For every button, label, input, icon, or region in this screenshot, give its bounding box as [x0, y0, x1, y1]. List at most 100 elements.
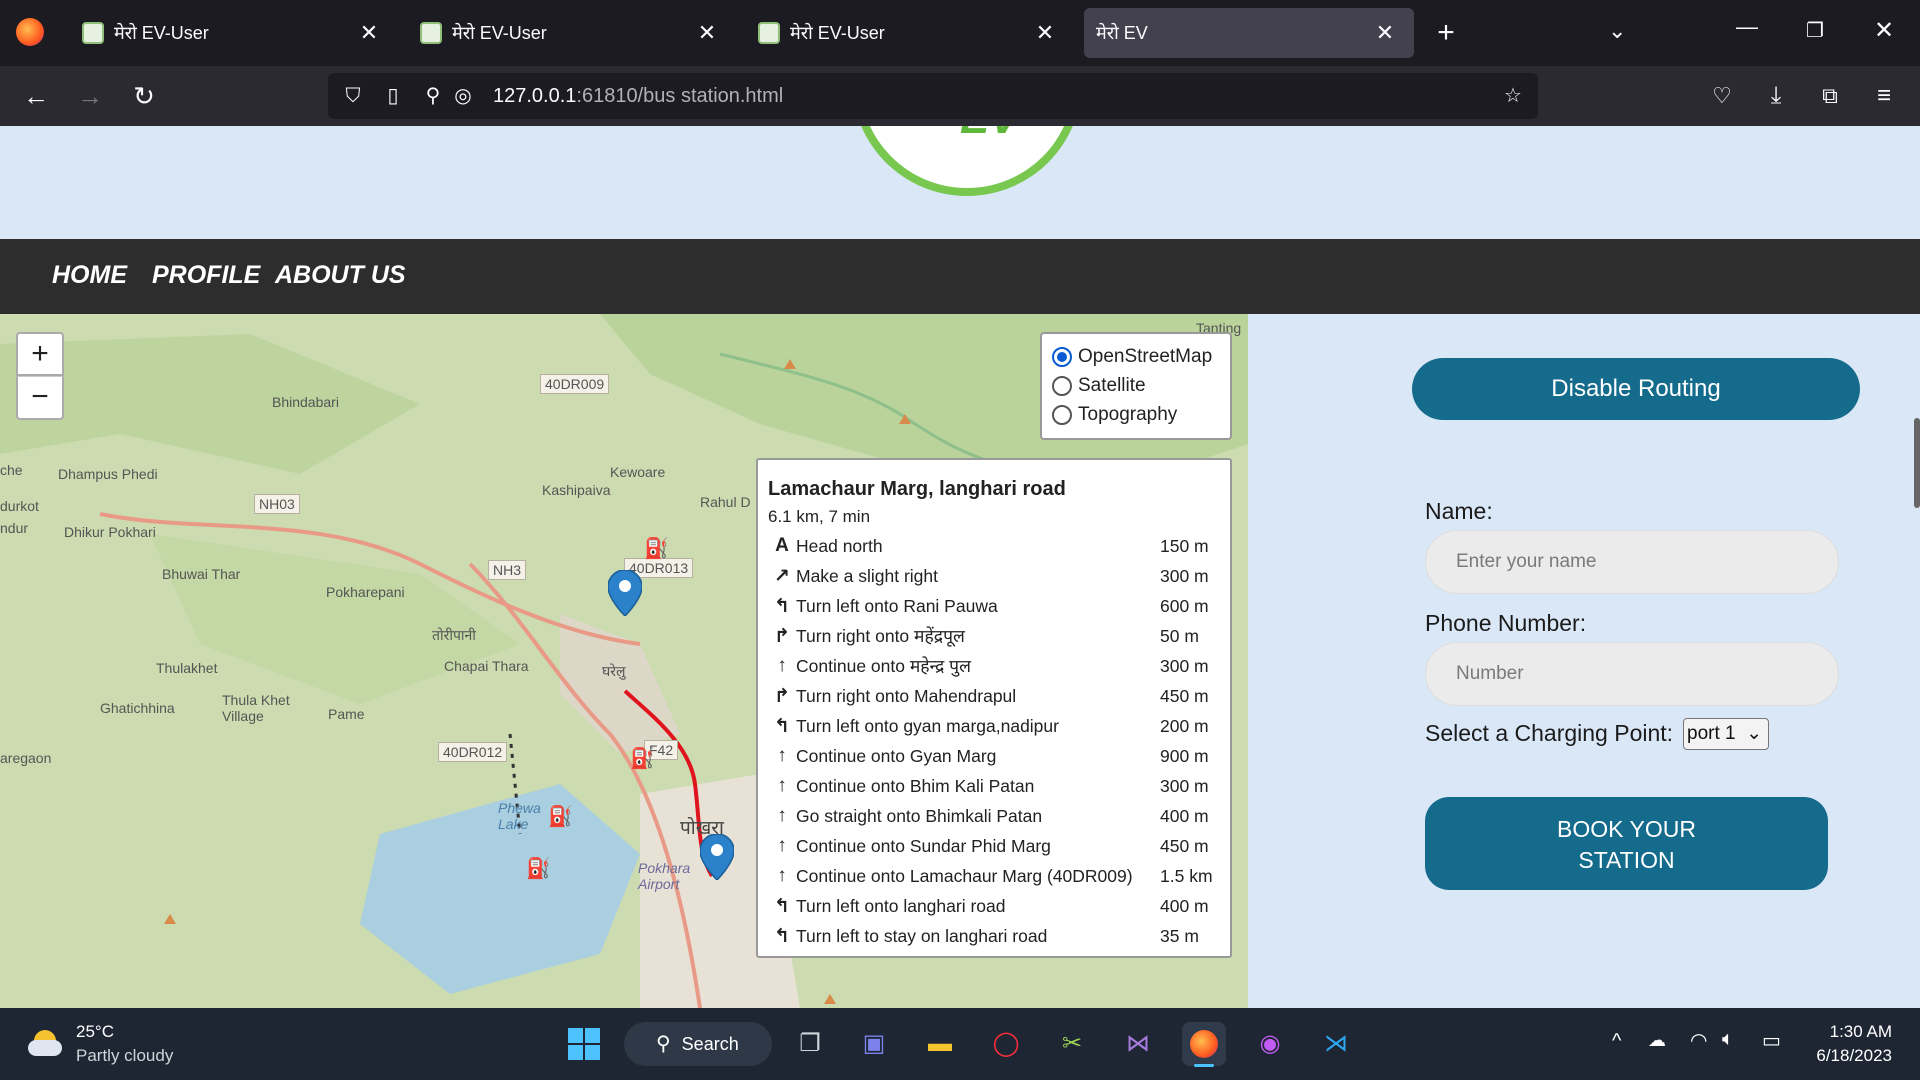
- battery-icon[interactable]: ▭: [1762, 1028, 1781, 1053]
- route-step[interactable]: ↑ Continue onto Bhim Kali Patan 300 m: [768, 771, 1220, 801]
- route-step-text: Go straight onto Bhimkali Patan: [796, 805, 1043, 826]
- clock-date[interactable]: 6/18/2023: [1810, 1046, 1892, 1066]
- charging-station-icon[interactable]: ⛽: [526, 856, 551, 884]
- route-step[interactable]: ↰ Turn left to stay on langhari road 35 m: [768, 921, 1220, 951]
- route-step[interactable]: ↑ Continue onto महेन्द्र पुल 300 m: [768, 651, 1220, 681]
- permissions-icon[interactable]: ⚲: [420, 83, 446, 109]
- route-step[interactable]: ↰ Turn left onto Rani Pauwa 600 m: [768, 591, 1220, 621]
- direction-arrow-icon: ↰: [774, 715, 790, 737]
- taskbar-search[interactable]: ⚲ Search: [624, 1022, 772, 1066]
- route-step[interactable]: ↑ Continue onto Sundar Phid Marg 450 m: [768, 831, 1220, 861]
- direction-arrow-icon: A: [775, 535, 789, 556]
- teams-chat-icon[interactable]: ▣: [852, 1022, 896, 1066]
- route-step[interactable]: ↑ Continue onto Gyan Marg 900 m: [768, 741, 1220, 771]
- layer-option-openstreetmap[interactable]: OpenStreetMap: [1052, 342, 1220, 371]
- extensions-icon[interactable]: ⧉: [1810, 76, 1850, 116]
- close-tab-icon[interactable]: ✕: [1030, 20, 1060, 46]
- firefox-icon[interactable]: [16, 18, 44, 46]
- route-step[interactable]: ↑ Go straight onto Bhimkali Patan 400 m: [768, 801, 1220, 831]
- route-step-text: Turn left onto Rani Pauwa: [796, 595, 998, 616]
- close-tab-icon[interactable]: ✕: [354, 20, 384, 46]
- onedrive-icon[interactable]: ☁: [1648, 1030, 1666, 1051]
- route-step-distance: 150 m: [1160, 535, 1209, 556]
- weather-temp[interactable]: 25°C: [76, 1022, 114, 1042]
- map-place-label: Kashipaiva: [542, 482, 611, 498]
- route-step[interactable]: ↰ Turn left onto gyan marga,nadipur 200 m: [768, 711, 1220, 741]
- opera-icon[interactable]: ◯: [984, 1022, 1028, 1066]
- charging-station-icon[interactable]: ⛽: [548, 804, 573, 832]
- forward-icon[interactable]: →: [70, 76, 110, 116]
- map-place-label: Rahul D: [700, 494, 751, 510]
- tab-4-active[interactable]: मेरो EV ✕: [1084, 8, 1414, 58]
- partly-cloudy-icon[interactable]: [28, 1026, 66, 1060]
- route-step[interactable]: ↱ Turn right onto महेंद्रपूल 50 m: [768, 621, 1220, 651]
- list-all-tabs-icon[interactable]: ⌄: [1608, 18, 1626, 44]
- windows-start-icon[interactable]: [562, 1022, 606, 1066]
- disable-routing-button[interactable]: Disable Routing: [1412, 358, 1860, 420]
- url-text[interactable]: 127.0.0.1:61810/bus station.html: [493, 85, 783, 108]
- close-tab-icon[interactable]: ✕: [1370, 20, 1400, 46]
- routing-instructions-panel[interactable]: Lamachaur Marg, langhari road 6.1 km, 7 …: [756, 458, 1232, 958]
- tab-2[interactable]: मेरो EV-User ✕: [406, 8, 736, 58]
- map-view[interactable]: Tanting Bhindabari 40DR009 Kewoare Kashi…: [0, 314, 1248, 1008]
- name-input[interactable]: Enter your name: [1425, 530, 1839, 594]
- menu-home-link[interactable]: HOME: [52, 261, 127, 290]
- phone-input[interactable]: Number: [1425, 642, 1839, 706]
- route-end-marker-icon[interactable]: [700, 834, 734, 880]
- map-place-label: durkot: [0, 498, 39, 514]
- restore-icon[interactable]: ❐: [1806, 18, 1824, 43]
- charging-point-select[interactable]: port 1 ⌄: [1683, 718, 1769, 750]
- app-icon[interactable]: ✂: [1050, 1022, 1094, 1066]
- clock-time[interactable]: 1:30 AM: [1826, 1022, 1892, 1042]
- layer-option-satellite[interactable]: Satellite: [1052, 371, 1220, 400]
- firefox-taskbar-icon[interactable]: [1182, 1022, 1226, 1067]
- radio-icon[interactable]: [1052, 375, 1072, 396]
- close-window-icon[interactable]: ✕: [1874, 16, 1894, 45]
- new-tab-button[interactable]: +: [1428, 16, 1464, 52]
- address-bar[interactable]: ⛉ ▯ ⚲ ◎ 127.0.0.1:61810/bus station.html…: [328, 73, 1538, 119]
- zoom-out-button[interactable]: −: [16, 376, 64, 420]
- route-step[interactable]: ↗ Make a slight right 300 m: [768, 561, 1220, 591]
- route-step[interactable]: ↱ Turn right onto Mahendrapul 450 m: [768, 681, 1220, 711]
- close-tab-icon[interactable]: ✕: [692, 20, 722, 46]
- zoom-in-button[interactable]: +: [16, 332, 64, 376]
- task-view-icon[interactable]: ❐: [788, 1022, 832, 1066]
- reload-icon[interactable]: ↻: [124, 76, 164, 116]
- volume-icon[interactable]: 🔈︎: [1722, 1028, 1734, 1051]
- charging-station-icon[interactable]: ⛽: [630, 746, 655, 774]
- downloads-icon[interactable]: ⤓: [1756, 76, 1796, 116]
- bookmark-star-icon[interactable]: ☆: [1500, 83, 1526, 109]
- menu-profile-link[interactable]: PROFILE: [152, 261, 260, 290]
- messenger-icon[interactable]: ◉: [1248, 1022, 1292, 1066]
- minimize-icon[interactable]: —: [1736, 14, 1758, 40]
- location-icon[interactable]: ◎: [450, 83, 476, 109]
- map-place-label: aregaon: [0, 750, 52, 766]
- page-favicon-icon: [758, 22, 780, 44]
- tab-1[interactable]: मेरो EV-User ✕: [68, 8, 398, 58]
- menu-about-link[interactable]: ABOUT US: [275, 261, 406, 290]
- back-icon[interactable]: ←: [16, 76, 56, 116]
- weather-desc[interactable]: Partly cloudy: [76, 1046, 173, 1066]
- radio-selected-icon[interactable]: [1052, 346, 1072, 367]
- menu-icon[interactable]: ≡: [1864, 76, 1904, 116]
- tab-3[interactable]: मेरो EV-User ✕: [744, 8, 1074, 58]
- pocket-icon[interactable]: ♡: [1702, 76, 1742, 116]
- book-station-button[interactable]: BOOK YOUR STATION: [1425, 797, 1828, 890]
- file-explorer-icon[interactable]: ▬: [918, 1022, 962, 1066]
- radio-icon[interactable]: [1052, 404, 1072, 425]
- wifi-icon[interactable]: ◠: [1690, 1028, 1707, 1053]
- show-hidden-icons-chevron-icon[interactable]: ^: [1612, 1030, 1621, 1053]
- page-scrollbar[interactable]: [1914, 418, 1920, 508]
- charging-station-icon[interactable]: ⛽: [644, 536, 669, 564]
- vscode-icon[interactable]: ⋊: [1314, 1022, 1358, 1066]
- route-step[interactable]: A Head north 150 m: [768, 531, 1220, 561]
- route-step-text: Continue onto महेन्द्र पुल: [796, 656, 971, 676]
- page-icon[interactable]: ▯: [380, 83, 406, 109]
- route-step[interactable]: ↑ Continue onto Lamachaur Marg (40DR009) 1…: [768, 861, 1220, 891]
- layer-option-topography[interactable]: Topography: [1052, 400, 1220, 429]
- visual-studio-icon[interactable]: ⋈: [1116, 1022, 1160, 1066]
- route-step-distance: 200 m: [1160, 715, 1209, 736]
- route-start-marker-icon[interactable]: [608, 570, 642, 616]
- shield-icon[interactable]: ⛉: [340, 83, 366, 109]
- route-step[interactable]: ↰ Turn left onto langhari road 400 m: [768, 891, 1220, 921]
